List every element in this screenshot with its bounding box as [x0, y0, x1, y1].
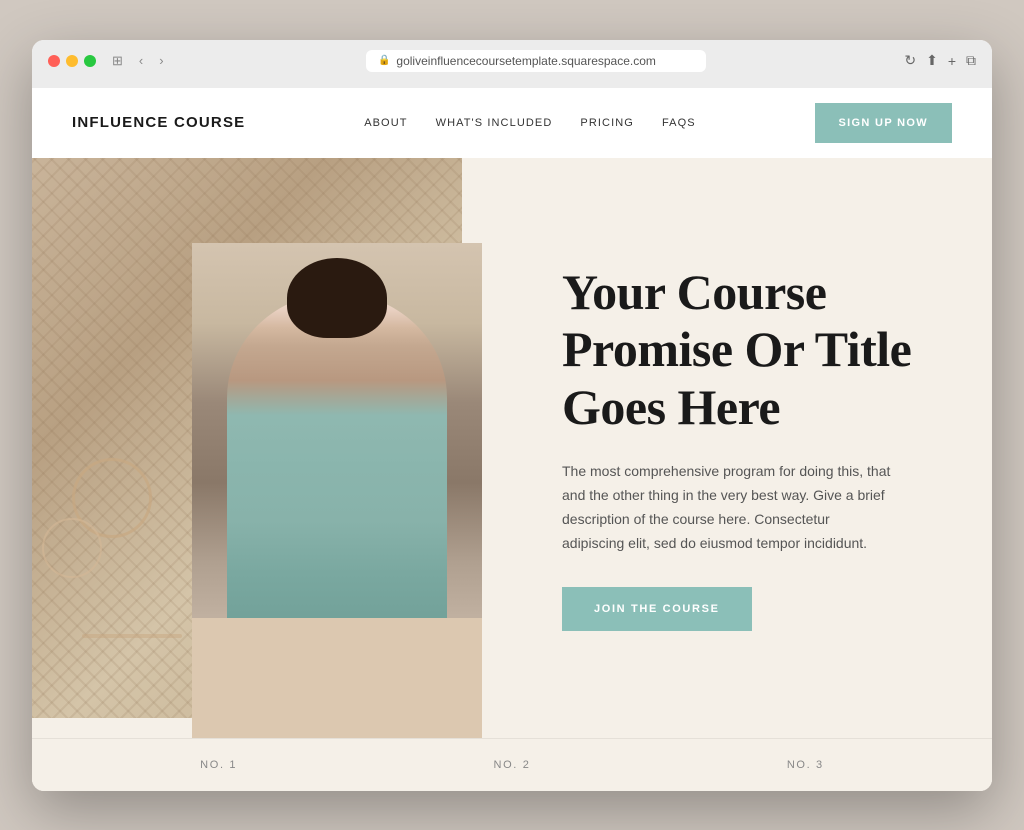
- main-nav: INFLUENCE COURSE ABOUT WHAT'S INCLUDED P…: [32, 88, 992, 158]
- nav-item-faqs[interactable]: FAQS: [662, 117, 696, 129]
- minimize-button[interactable]: [66, 55, 78, 67]
- browser-top-bar: ⊞ ‹ › 🔒 goliveinfluencecoursetemplate.sq…: [48, 50, 976, 72]
- traffic-lights: [48, 55, 96, 67]
- share-icon[interactable]: ⬆: [926, 52, 938, 69]
- new-tab-icon[interactable]: +: [948, 53, 956, 69]
- overlay-block: [192, 618, 482, 738]
- browser-controls: ⊞ ‹ ›: [108, 51, 168, 71]
- jewelry-bar: [82, 634, 182, 638]
- browser-tabs-bar: [48, 80, 976, 88]
- hero-description: The most comprehensive program for doing…: [562, 460, 892, 555]
- sidebar-toggle-icon[interactable]: ⊞: [108, 51, 127, 71]
- fullscreen-button[interactable]: [84, 55, 96, 67]
- nav-item-pricing[interactable]: PRICING: [580, 117, 634, 129]
- browser-right-controls: ↻ ⬆ + ⧉: [904, 52, 976, 69]
- hero-content: Your Course Promise Or Title Goes Here T…: [532, 158, 992, 738]
- join-course-button[interactable]: JOIN THE COURSE: [562, 587, 752, 631]
- forward-icon[interactable]: ›: [155, 51, 167, 70]
- nav-item-whats-included[interactable]: WHAT'S INCLUDED: [436, 117, 553, 129]
- jewelry-circle-2: [42, 518, 102, 578]
- close-button[interactable]: [48, 55, 60, 67]
- lock-icon: 🔒: [378, 55, 390, 66]
- page-content: INFLUENCE COURSE ABOUT WHAT'S INCLUDED P…: [32, 88, 992, 791]
- footer-number-2: NO. 2: [494, 759, 531, 771]
- tab-overview-icon[interactable]: ⧉: [966, 52, 976, 69]
- portrait-photo: [192, 243, 482, 643]
- back-icon[interactable]: ‹: [135, 51, 147, 70]
- hero-section: Your Course Promise Or Title Goes Here T…: [32, 158, 992, 738]
- footer-number-3: NO. 3: [787, 759, 824, 771]
- hero-title: Your Course Promise Or Title Goes Here: [562, 264, 942, 437]
- refresh-icon[interactable]: ↻: [904, 52, 916, 69]
- nav-item-about[interactable]: ABOUT: [364, 117, 407, 129]
- url-text: goliveinfluencecoursetemplate.squarespac…: [396, 54, 655, 68]
- signup-button[interactable]: SIGN UP NOW: [815, 103, 953, 143]
- hero-images: [32, 158, 532, 738]
- address-bar[interactable]: 🔒 goliveinfluencecoursetemplate.squaresp…: [366, 50, 706, 72]
- site-logo[interactable]: INFLUENCE COURSE: [72, 114, 245, 131]
- footer-numbers: NO. 1 NO. 2 NO. 3: [32, 738, 992, 791]
- footer-number-1: NO. 1: [200, 759, 237, 771]
- nav-links: ABOUT WHAT'S INCLUDED PRICING FAQS: [364, 117, 696, 129]
- browser-window: ⊞ ‹ › 🔒 goliveinfluencecoursetemplate.sq…: [32, 40, 992, 791]
- address-bar-container: 🔒 goliveinfluencecoursetemplate.squaresp…: [180, 50, 893, 72]
- browser-chrome: ⊞ ‹ › 🔒 goliveinfluencecoursetemplate.sq…: [32, 40, 992, 88]
